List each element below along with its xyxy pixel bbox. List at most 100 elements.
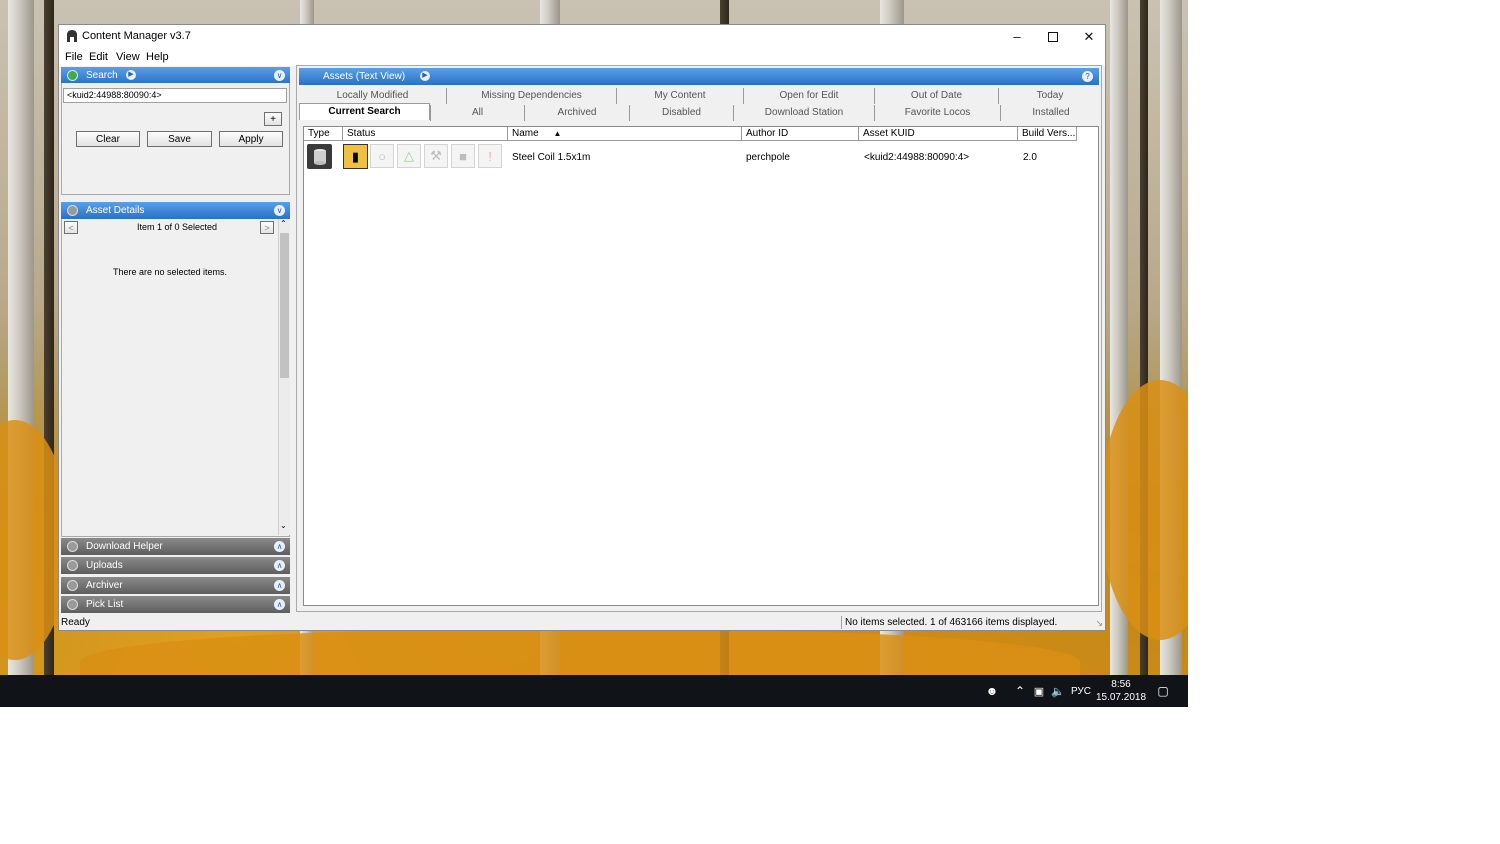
- add-criteria-button[interactable]: +: [264, 112, 282, 126]
- scrollbar-thumb[interactable]: [280, 233, 289, 378]
- table-row[interactable]: ▮ ○ △ ⚒ ■ ! Steel Coil 1.5x1m perchpole …: [304, 142, 1098, 170]
- chevron-up-icon[interactable]: ∧: [274, 580, 285, 591]
- column-header-asset-kuid[interactable]: Asset KUID: [859, 127, 1018, 141]
- clock-time: 8:56: [1111, 679, 1131, 690]
- scroll-up-icon[interactable]: ⌃: [280, 219, 287, 228]
- search-panel-header[interactable]: Search ▶ ∨: [61, 67, 290, 84]
- chevron-up-icon[interactable]: ∧: [274, 560, 285, 571]
- cloud-status-icon[interactable]: ○: [370, 144, 394, 168]
- app-logo-icon: [67, 30, 77, 42]
- download-helper-panel-header[interactable]: Download Helper ∧: [61, 538, 290, 555]
- scroll-down-icon[interactable]: ⌄: [280, 521, 287, 530]
- close-icon: ✕: [1083, 28, 1095, 44]
- asset-details-title: Asset Details: [86, 205, 145, 216]
- column-header-type[interactable]: Type: [304, 127, 343, 141]
- installed-status-icon[interactable]: ▮: [343, 144, 368, 169]
- chevron-up-icon[interactable]: ∧: [274, 541, 285, 552]
- column-header-status[interactable]: Status: [343, 127, 508, 141]
- maximize-icon: [1048, 31, 1058, 42]
- archiver-panel-header[interactable]: Archiver ∧: [61, 577, 290, 594]
- tab-open-for-edit[interactable]: Open for Edit: [743, 88, 874, 104]
- tools-icon[interactable]: ⚒: [424, 144, 448, 168]
- status-dot-icon: [67, 560, 78, 571]
- maximize-button[interactable]: [1035, 25, 1071, 48]
- help-icon[interactable]: ?: [1082, 71, 1093, 82]
- action-center-icon[interactable]: ▢: [1152, 675, 1174, 707]
- tab-locally-modified[interactable]: Locally Modified: [299, 88, 446, 104]
- uploads-panel-header[interactable]: Uploads ∧: [61, 557, 290, 574]
- status-dot-icon: [67, 580, 78, 591]
- pick-list-panel-header[interactable]: Pick List ∧: [61, 596, 290, 613]
- details-scrollbar[interactable]: ⌃ ⌄: [278, 219, 290, 535]
- column-header-author-id[interactable]: Author ID: [742, 127, 859, 141]
- asset-type-icon: [307, 144, 332, 169]
- status-text: Ready: [61, 617, 90, 628]
- window-title: Content Manager v3.7: [82, 30, 191, 42]
- apply-button[interactable]: Apply: [219, 131, 283, 147]
- clear-button[interactable]: Clear: [76, 131, 140, 147]
- filter-tabs-top: Locally Modified Missing Dependencies My…: [299, 88, 1101, 104]
- package-icon[interactable]: ■: [451, 144, 475, 168]
- chevron-down-icon[interactable]: ∨: [274, 70, 285, 81]
- pick-list-title: Pick List: [86, 599, 124, 610]
- save-button[interactable]: Save: [147, 131, 212, 147]
- minimize-button[interactable]: –: [999, 25, 1035, 48]
- chevron-down-icon[interactable]: ∨: [274, 205, 285, 216]
- menu-edit[interactable]: Edit: [89, 51, 108, 63]
- asset-details-body: < Item 1 of 0 Selected > ⌃ ⌄ There are n…: [61, 219, 290, 537]
- resize-grip-icon[interactable]: ↘: [1095, 618, 1103, 629]
- warning-triangle-icon[interactable]: △: [397, 144, 421, 168]
- status-bar: Ready No items selected. 1 of 463166 ite…: [59, 616, 1105, 630]
- asset-name: Steel Coil 1.5x1m: [512, 152, 591, 163]
- menu-view[interactable]: View: [116, 51, 140, 63]
- items-count-status: No items selected. 1 of 463166 items dis…: [841, 616, 1095, 629]
- status-dot-icon: [67, 599, 78, 610]
- tab-missing-dependencies[interactable]: Missing Dependencies: [446, 88, 616, 104]
- tab-out-of-date[interactable]: Out of Date: [874, 88, 998, 104]
- volume-icon[interactable]: 🔈: [1048, 675, 1068, 707]
- menu-bar: File Edit View Help: [59, 48, 1105, 66]
- menu-file[interactable]: File: [65, 51, 83, 63]
- tab-all[interactable]: All: [430, 105, 524, 121]
- assets-table: Type Status Name ▲ Author ID Asset KUID …: [303, 126, 1099, 606]
- item-counter: Item 1 of 0 Selected: [136, 222, 218, 232]
- network-icon[interactable]: ▣: [1030, 675, 1048, 707]
- tab-current-search[interactable]: Current Search: [299, 103, 430, 120]
- column-header-name[interactable]: Name ▲: [508, 127, 742, 141]
- uploads-title: Uploads: [86, 560, 123, 571]
- previous-item-button[interactable]: <: [64, 221, 78, 234]
- next-item-button[interactable]: >: [260, 221, 274, 234]
- tab-today[interactable]: Today: [998, 88, 1101, 104]
- status-dot-icon: [67, 541, 78, 552]
- tab-disabled[interactable]: Disabled: [629, 105, 733, 121]
- asset-kuid: <kuid2:44988:80090:4>: [864, 152, 970, 163]
- column-header-build-version[interactable]: Build Vers...: [1018, 127, 1077, 141]
- arrow-right-icon[interactable]: ▶: [126, 70, 136, 80]
- content-manager-window: Content Manager v3.7 – ✕ File Edit View …: [58, 24, 1106, 631]
- close-button[interactable]: ✕: [1071, 25, 1107, 48]
- search-input[interactable]: [63, 88, 287, 103]
- column-header-name-label: Name: [512, 128, 539, 139]
- asset-author: perchpole: [746, 152, 790, 163]
- tab-my-content[interactable]: My Content: [616, 88, 743, 104]
- empty-selection-message: There are no selected items.: [112, 267, 228, 277]
- show-hidden-icons-chevron-icon[interactable]: ⌃: [1012, 675, 1028, 707]
- people-icon[interactable]: ☻: [982, 675, 1002, 707]
- title-bar[interactable]: Content Manager v3.7 – ✕: [59, 25, 1105, 48]
- tab-archived[interactable]: Archived: [524, 105, 629, 121]
- arrow-right-icon[interactable]: ▶: [420, 71, 430, 81]
- input-language-indicator[interactable]: РУС: [1068, 675, 1094, 707]
- taskbar: ☻ ⌃ ▣ 🔈 РУС 8:56 15.07.2018 ▢: [0, 675, 1188, 707]
- asset-details-panel-header[interactable]: Asset Details ∨: [61, 202, 290, 219]
- assets-pane-header[interactable]: Assets (Text View) ▶ ?: [299, 68, 1099, 85]
- asset-build-version: 2.0: [1023, 152, 1037, 163]
- clock[interactable]: 8:56 15.07.2018: [1094, 678, 1148, 704]
- tab-favorite-locos[interactable]: Favorite Locos: [874, 105, 1000, 121]
- alert-icon[interactable]: !: [478, 144, 502, 168]
- chevron-up-icon[interactable]: ∧: [274, 599, 285, 610]
- archiver-title: Archiver: [86, 580, 123, 591]
- minimize-icon: –: [1013, 29, 1021, 44]
- tab-download-station[interactable]: Download Station: [733, 105, 874, 121]
- menu-help[interactable]: Help: [146, 51, 169, 63]
- tab-installed[interactable]: Installed: [1000, 105, 1101, 121]
